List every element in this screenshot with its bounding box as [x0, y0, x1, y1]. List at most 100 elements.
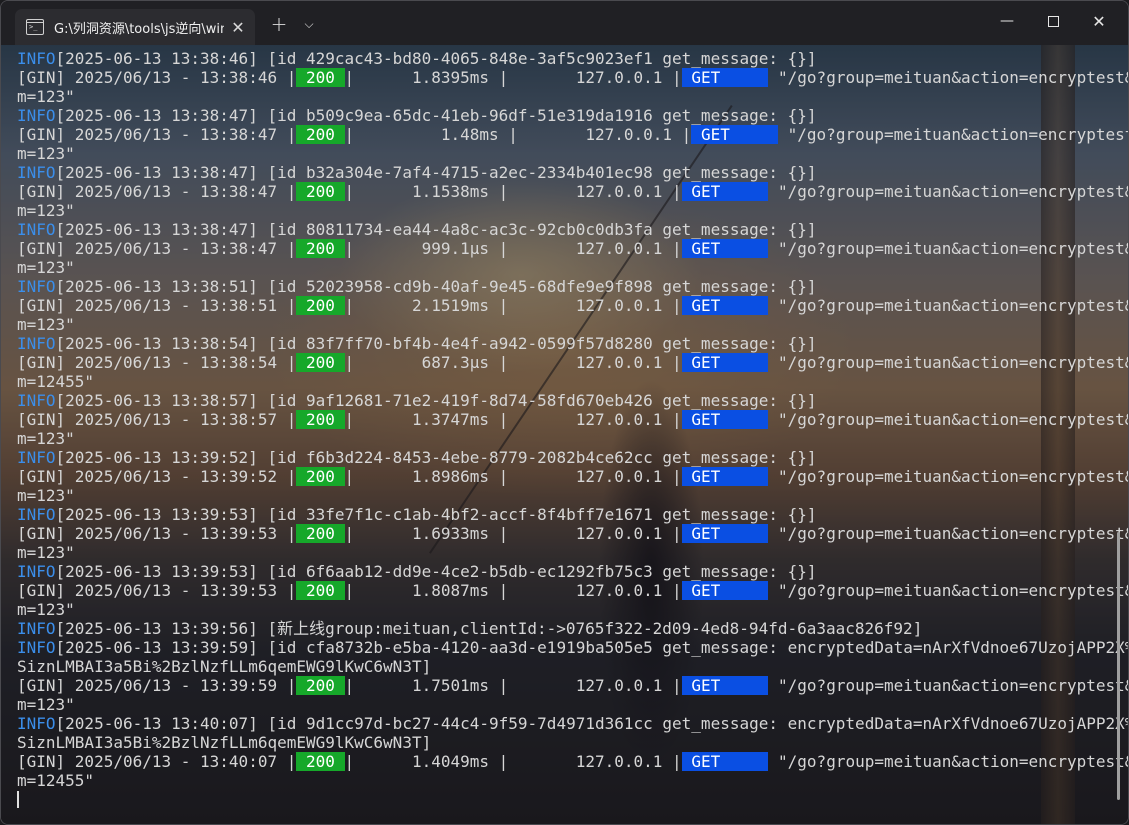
log-line: INFO[2025-06-13 13:38:47] [id b32a304e-7…	[17, 163, 1128, 182]
log-level-label: INFO	[17, 714, 56, 733]
log-message: [2025-06-13 13:39:59] [id cfa8732b-e5ba-…	[55, 638, 1128, 657]
log-level-label: INFO	[17, 49, 56, 68]
log-line: [GIN] 2025/06/13 - 13:39:52 | 200 | 1.89…	[17, 467, 1128, 486]
log-line: [GIN] 2025/06/13 - 13:40:07 | 200 | 1.40…	[17, 752, 1128, 771]
log-continuation: m=123"	[17, 144, 75, 163]
request-path: "/go?group=meituan&action=encryptest&par…	[787, 125, 1128, 144]
log-line: m=123"	[17, 144, 1128, 163]
text-cursor	[17, 791, 19, 808]
method-badge: GET	[681, 353, 769, 372]
tab-close-icon[interactable]: ✕	[226, 18, 250, 37]
log-line: INFO[2025-06-13 13:39:52] [id f6b3d224-8…	[17, 448, 1128, 467]
gin-timestamp: [GIN] 2025/06/13 - 13:38:51 |	[17, 296, 297, 315]
method-badge: GET	[681, 676, 769, 695]
gin-timestamp: [GIN] 2025/06/13 - 13:38:47 |	[17, 239, 297, 258]
log-message: [2025-06-13 13:39:52] [id f6b3d224-8453-…	[55, 448, 817, 467]
method-badge: GET	[681, 410, 769, 429]
log-level-label: INFO	[17, 505, 56, 524]
method-badge: GET	[691, 125, 779, 144]
method-badge: GET	[681, 524, 769, 543]
gin-timestamp: [GIN] 2025/06/13 - 13:38:47 |	[17, 125, 297, 144]
gin-timestamp: [GIN] 2025/06/13 - 13:39:53 |	[17, 581, 297, 600]
method-badge: GET	[681, 239, 769, 258]
log-level-label: INFO	[17, 277, 56, 296]
gin-latency-ip: | 687.3µs | 127.0.0.1 |	[344, 353, 682, 372]
scrollbar[interactable]	[1117, 532, 1120, 800]
log-level-label: INFO	[17, 638, 56, 657]
log-message: [2025-06-13 13:39:53] [id 33fe7f1c-c1ab-…	[55, 505, 817, 524]
new-tab-button[interactable]: +	[265, 9, 293, 39]
log-line: [GIN] 2025/06/13 - 13:38:47 | 200 | 999.…	[17, 239, 1128, 258]
log-line: INFO[2025-06-13 13:38:57] [id 9af12681-7…	[17, 391, 1128, 410]
log-continuation: m=123"	[17, 201, 75, 220]
gin-timestamp: [GIN] 2025/06/13 - 13:38:47 |	[17, 182, 297, 201]
log-line: INFO[2025-06-13 13:39:53] [id 6f6aab12-d…	[17, 562, 1128, 581]
terminal-tab[interactable]: >_ G:\列洞资源\tools\js逆向\winc ✕	[15, 9, 255, 45]
log-level-label: INFO	[17, 334, 56, 353]
log-line: [GIN] 2025/06/13 - 13:38:46 | 200 | 1.83…	[17, 68, 1128, 87]
terminal-window: >_ G:\列洞资源\tools\js逆向\winc ✕ + ⌵ — ✕ INF…	[0, 0, 1129, 825]
method-badge: GET	[681, 581, 769, 600]
terminal-icon: >_	[26, 19, 44, 35]
log-message: [2025-06-13 13:38:47] [id b32a304e-7af4-…	[55, 163, 817, 182]
method-badge: GET	[681, 467, 769, 486]
log-line: INFO[2025-06-13 13:39:56] [新上线group:meit…	[17, 619, 1128, 638]
gin-timestamp: [GIN] 2025/06/13 - 13:39:52 |	[17, 467, 297, 486]
log-continuation: m=123"	[17, 429, 75, 448]
gin-timestamp: [GIN] 2025/06/13 - 13:38:57 |	[17, 410, 297, 429]
status-badge: 200	[296, 752, 345, 771]
log-line: [GIN] 2025/06/13 - 13:39:59 | 200 | 1.75…	[17, 676, 1128, 695]
log-line: INFO[2025-06-13 13:38:47] [id b509c9ea-6…	[17, 106, 1128, 125]
log-line: [GIN] 2025/06/13 - 13:39:53 | 200 | 1.80…	[17, 581, 1128, 600]
log-line: SiznLMBAI3a5Bi%2BzlNzfLLm6qemEWG9lKwC6wN…	[17, 657, 1128, 676]
maximize-icon	[1047, 15, 1059, 27]
gin-timestamp: [GIN] 2025/06/13 - 13:39:53 |	[17, 524, 297, 543]
log-line: [GIN] 2025/06/13 - 13:38:51 | 200 | 2.15…	[17, 296, 1128, 315]
gin-latency-ip: | 1.48ms | 127.0.0.1 |	[344, 125, 692, 144]
log-continuation: m=123"	[17, 600, 75, 619]
log-line: [GIN] 2025/06/13 - 13:38:47 | 200 | 1.15…	[17, 182, 1128, 201]
gin-latency-ip: | 1.3747ms | 127.0.0.1 |	[344, 410, 682, 429]
request-path: "/go?group=meituan&action=encryptest&par…	[778, 676, 1128, 695]
log-message: [2025-06-13 13:38:57] [id 9af12681-71e2-…	[55, 391, 817, 410]
status-badge: 200	[296, 467, 345, 486]
terminal-output[interactable]: INFO[2025-06-13 13:38:46] [id 429cac43-b…	[1, 45, 1128, 824]
log-continuation: SiznLMBAI3a5Bi%2BzlNzfLLm6qemEWG9lKwC6wN…	[17, 657, 432, 676]
log-continuation: m=123"	[17, 258, 75, 277]
log-level-label: INFO	[17, 163, 56, 182]
log-line: [GIN] 2025/06/13 - 13:38:47 | 200 | 1.48…	[17, 125, 1128, 144]
gin-latency-ip: | 1.7501ms | 127.0.0.1 |	[344, 676, 682, 695]
log-line: m=123"	[17, 258, 1128, 277]
method-badge: GET	[681, 182, 769, 201]
tab-title: G:\列洞资源\tools\js逆向\winc	[54, 21, 224, 37]
log-line: m=123"	[17, 87, 1128, 106]
log-line: INFO[2025-06-13 13:38:54] [id 83f7ff70-b…	[17, 334, 1128, 353]
status-badge: 200	[296, 353, 345, 372]
log-line: [GIN] 2025/06/13 - 13:38:54 | 200 | 687.…	[17, 353, 1128, 372]
maximize-button[interactable]	[1030, 1, 1076, 41]
log-continuation: m=123"	[17, 486, 75, 505]
log-line: INFO[2025-06-13 13:38:46] [id 429cac43-b…	[17, 49, 1128, 68]
chevron-down-icon[interactable]: ⌵	[297, 9, 321, 39]
close-window-button[interactable]: ✕	[1076, 1, 1122, 41]
status-badge: 200	[296, 410, 345, 429]
method-badge: GET	[681, 68, 769, 87]
gin-latency-ip: | 999.1µs | 127.0.0.1 |	[344, 239, 682, 258]
status-badge: 200	[296, 296, 345, 315]
minimize-button[interactable]: —	[984, 1, 1030, 41]
log-level-label: INFO	[17, 619, 56, 638]
request-path: "/go?group=meituan&action=encryptest&par…	[778, 752, 1128, 771]
gin-timestamp: [GIN] 2025/06/13 - 13:38:46 |	[17, 68, 297, 87]
log-line: m=123"	[17, 201, 1128, 220]
gin-latency-ip: | 1.1538ms | 127.0.0.1 |	[344, 182, 682, 201]
gin-latency-ip: | 1.8087ms | 127.0.0.1 |	[344, 581, 682, 600]
gin-timestamp: [GIN] 2025/06/13 - 13:38:54 |	[17, 353, 297, 372]
request-path: "/go?group=meituan&action=encryptest&par…	[778, 296, 1128, 315]
request-path: "/go?group=meituan&action=encryptest&par…	[778, 467, 1128, 486]
request-path: "/go?group=meituan&action=encryptest&par…	[778, 239, 1128, 258]
gin-timestamp: [GIN] 2025/06/13 - 13:40:07 |	[17, 752, 297, 771]
method-badge: GET	[681, 296, 769, 315]
status-badge: 200	[296, 581, 345, 600]
gin-latency-ip: | 1.8986ms | 127.0.0.1 |	[344, 467, 682, 486]
prompt-line[interactable]	[17, 790, 1128, 809]
